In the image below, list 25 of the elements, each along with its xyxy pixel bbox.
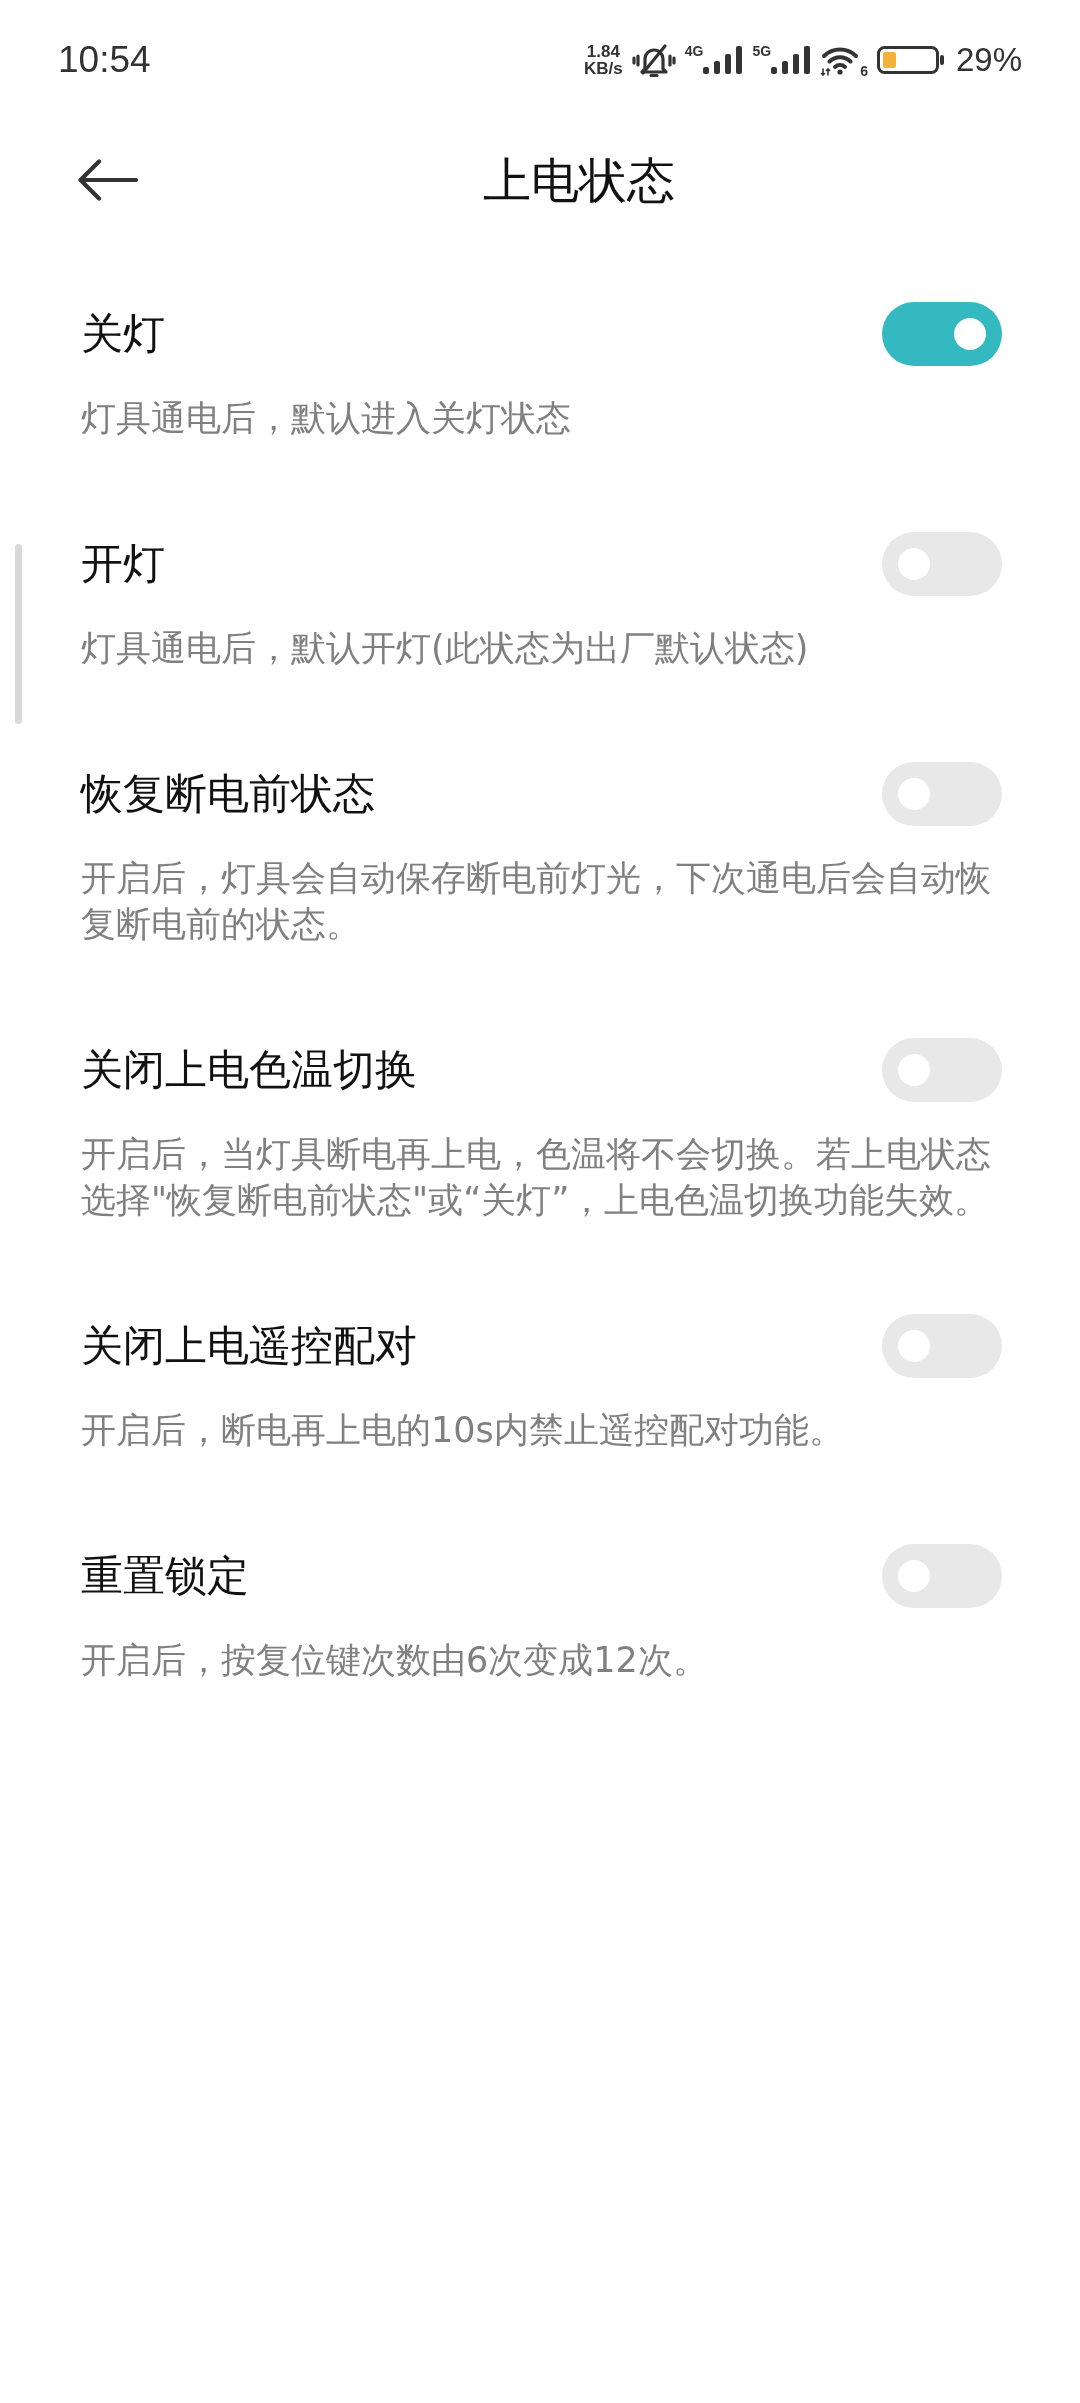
setting-description: 开启后，断电再上电的10s内禁止遥控配对功能。	[81, 1409, 845, 1452]
setting-description: 灯具通电后，默认进入关灯状态	[81, 397, 572, 440]
signal-bars-icon	[703, 46, 744, 74]
signal-bars-icon	[771, 46, 812, 74]
setting-description: 灯具通电后，默认开灯(此状态为出厂默认状态)	[81, 627, 810, 670]
network-speed-value: 1.84	[586, 43, 620, 60]
battery-percent: 29%	[955, 41, 1022, 79]
page-title: 上电状态	[483, 151, 675, 210]
clock-time: 10:54	[58, 40, 151, 80]
setting-title: 开灯	[81, 538, 166, 590]
setting-title: 关灯	[81, 308, 166, 360]
setting-title: 关闭上电色温切换	[81, 1044, 418, 1096]
setting-title: 关闭上电遥控配对	[81, 1320, 418, 1372]
setting-description: 开启后，灯具会自动保存断电前灯光，下次通电后会自动恢复断电前的状态。	[81, 857, 992, 946]
network-speed-unit: KB/s	[584, 60, 623, 77]
back-icon[interactable]	[78, 159, 138, 201]
network-type-label: 4G	[684, 44, 704, 58]
setting-title: 重置锁定	[81, 1550, 250, 1602]
setting-title: 恢复断电前状态	[81, 768, 376, 820]
setting-description: 开启后，当灯具断电再上电，色温将不会切换。若上电状态选择"恢复断电前状态"或“关灯”，上电色温切换功能失效。	[81, 1133, 992, 1222]
muted-bell-icon	[631, 42, 676, 78]
setting-description: 开启后，按复位键次数由6次变成12次。	[81, 1639, 709, 1682]
wifi-standard-label: 6	[860, 64, 868, 78]
battery-icon	[876, 46, 945, 74]
network-type-label: 5G	[752, 44, 772, 58]
